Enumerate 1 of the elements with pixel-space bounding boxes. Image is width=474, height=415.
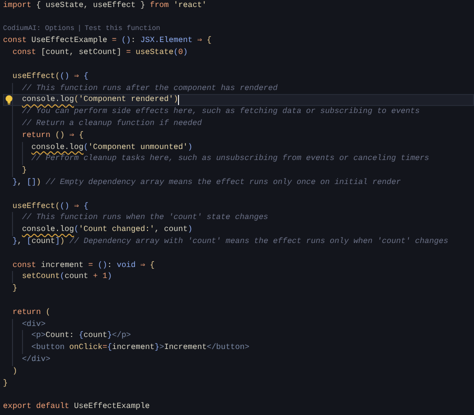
lightbulb-icon[interactable] <box>5 95 13 106</box>
